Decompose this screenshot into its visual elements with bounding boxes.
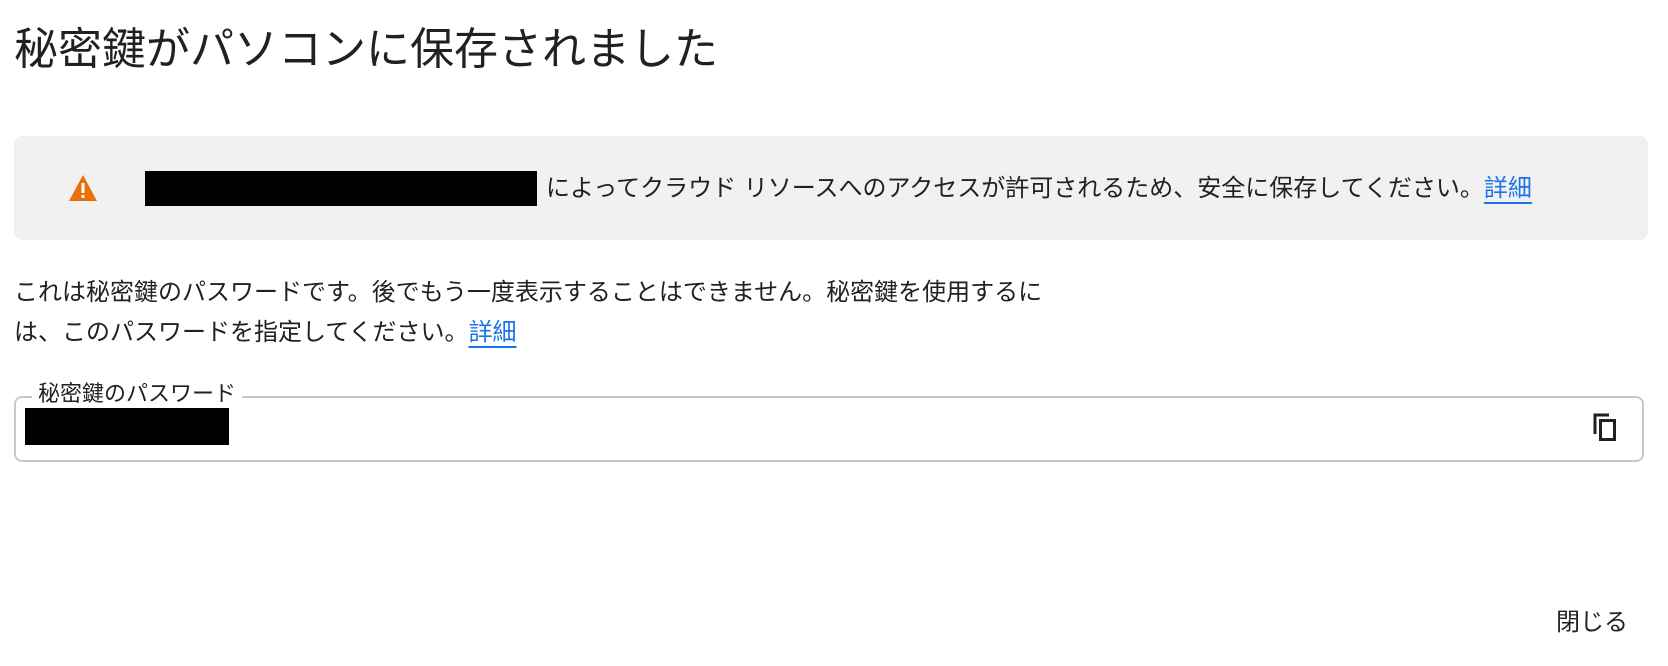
password-field-label: 秘密鍵のパスワード [32, 380, 243, 410]
password-description: これは秘密鍵のパスワードです。後でもう一度表示することはできません。秘密鍵を使用… [14, 272, 1054, 352]
dialog-title: 秘密鍵がパソコンに保存されました [14, 24, 718, 75]
warning-icon [68, 174, 98, 202]
description-learn-more-link[interactable]: 詳細 [469, 318, 517, 346]
copy-button[interactable] [1588, 412, 1622, 446]
copy-icon [1592, 412, 1618, 446]
warning-banner: によってクラウド リソースへのアクセスが許可されるため、安全に保存してください。… [14, 136, 1648, 240]
redacted-password-value [25, 408, 229, 445]
warning-learn-more-link[interactable]: 詳細 [1484, 174, 1532, 202]
warning-message-text: によってクラウド リソースへのアクセスが許可されるため、安全に保存してください。 [546, 174, 1484, 202]
password-description-text: これは秘密鍵のパスワードです。後でもう一度表示することはできません。秘密鍵を使用… [14, 278, 1043, 346]
redacted-key-name [145, 171, 537, 206]
warning-message: によってクラウド リソースへのアクセスが許可されるため、安全に保存してください。… [546, 170, 1532, 206]
password-field[interactable]: 秘密鍵のパスワード [14, 380, 1644, 462]
close-button[interactable]: 閉じる [1556, 604, 1628, 640]
